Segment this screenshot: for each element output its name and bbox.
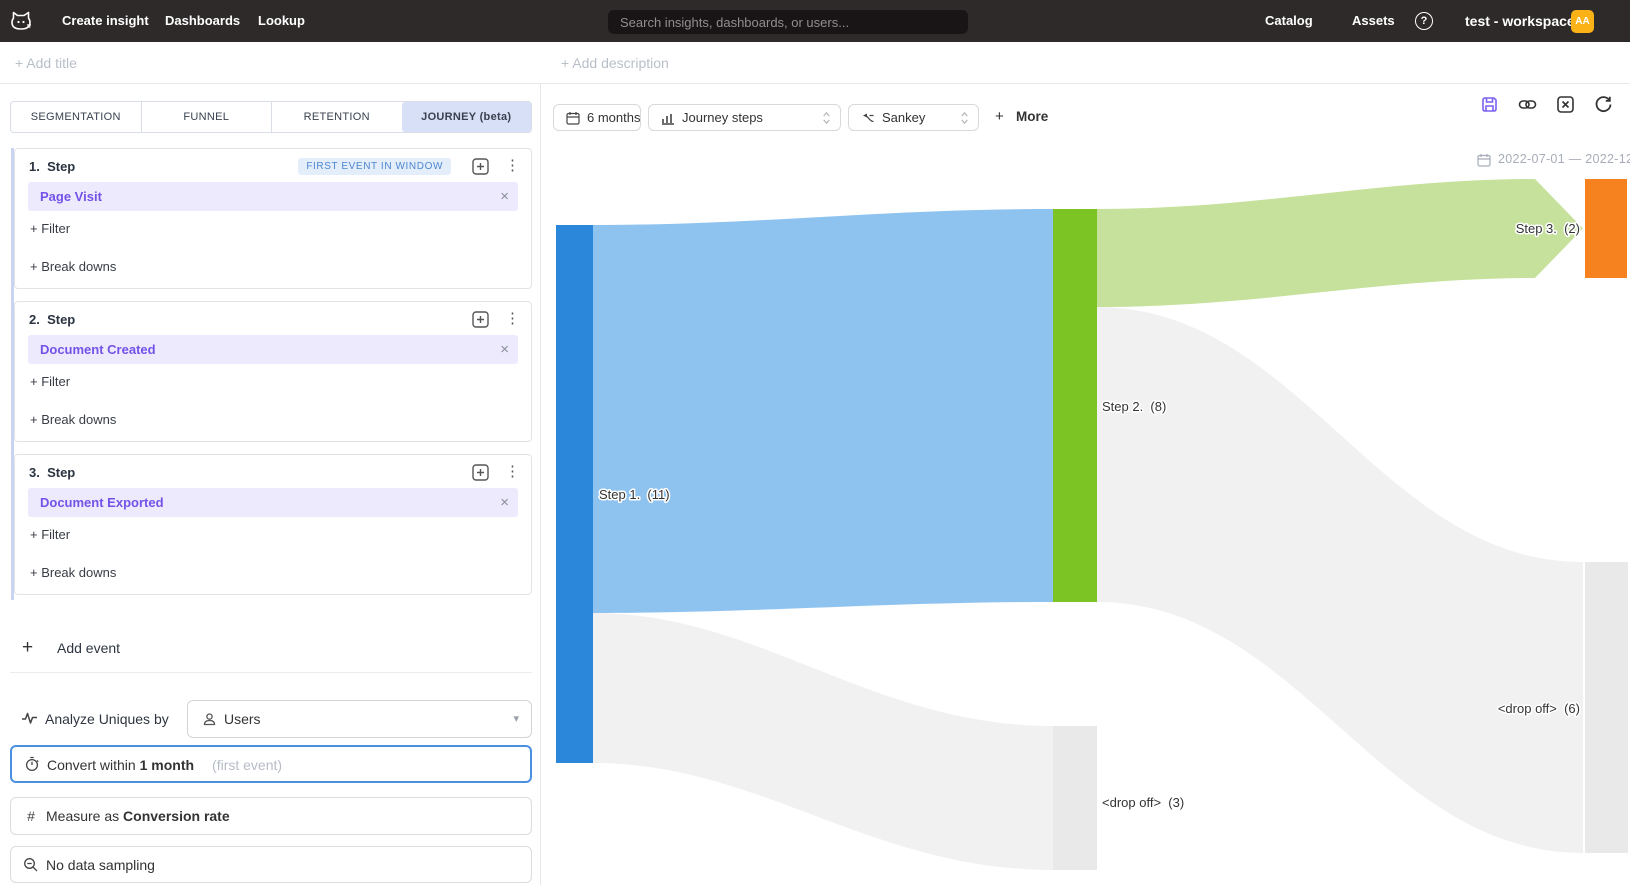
add-breakdown-link[interactable]: + Break downs xyxy=(30,259,116,274)
event-name[interactable]: Document Exported xyxy=(40,488,164,517)
step-title: 1. Step xyxy=(29,159,75,174)
event-name[interactable]: Document Created xyxy=(40,335,156,364)
add-description-field[interactable]: + Add description xyxy=(561,42,669,84)
label-step1: Step 1. (11) xyxy=(599,487,670,502)
flow-step2-dropoff[interactable] xyxy=(1097,307,1583,853)
nav-catalog[interactable]: Catalog xyxy=(1265,0,1313,42)
nav-create-insight[interactable]: Create insight xyxy=(62,0,149,42)
event-chip[interactable]: Document Exported × xyxy=(28,488,518,517)
measure-as-row[interactable]: # Measure as Conversion rate xyxy=(10,797,532,835)
add-event-label: Add event xyxy=(57,636,120,660)
add-title-field[interactable]: + Add title xyxy=(15,42,77,84)
insight-type-tabs: SEGMENTATION FUNNEL RETENTION JOURNEY (b… xyxy=(10,101,532,133)
step-menu-icon[interactable]: ⋮ xyxy=(505,309,519,327)
data-sampling-text: No data sampling xyxy=(46,847,155,883)
stopwatch-icon xyxy=(24,756,40,772)
step-menu-icon[interactable]: ⋮ xyxy=(505,462,519,480)
add-event-to-step-icon[interactable] xyxy=(472,464,489,481)
sankey-chart: Step 1. (11) Step 2. (8) Step 3. (2) <dr… xyxy=(541,84,1630,885)
hash-icon: # xyxy=(23,808,39,824)
plus-icon: + xyxy=(22,636,33,660)
app-logo-cat-icon[interactable] xyxy=(9,9,33,33)
step-card-1: 1. Step FIRST EVENT IN WINDOW ⋮ Page Vis… xyxy=(14,148,532,289)
node-step2[interactable] xyxy=(1053,209,1097,602)
zoom-out-icon xyxy=(23,857,39,873)
node-dropoff-6[interactable] xyxy=(1585,562,1628,853)
step-card-2: 2. Step ⋮ Document Created × + Filter + … xyxy=(14,301,532,442)
measure-prefix: Measure as xyxy=(46,808,123,824)
avatar[interactable]: AA xyxy=(1571,10,1594,33)
pulse-icon xyxy=(21,710,38,727)
user-icon xyxy=(202,712,217,727)
nav-dashboards[interactable]: Dashboards xyxy=(165,0,240,42)
label-step2: Step 2. (8) xyxy=(1102,399,1166,414)
node-step3[interactable] xyxy=(1585,179,1627,278)
step-title: 3. Step xyxy=(29,465,75,480)
event-name[interactable]: Page Visit xyxy=(40,182,102,211)
step-menu-icon[interactable]: ⋮ xyxy=(505,156,519,174)
flow-step2-step3[interactable] xyxy=(1097,179,1583,307)
first-event-badge: FIRST EVENT IN WINDOW xyxy=(298,158,451,175)
tab-journey[interactable]: JOURNEY (beta) xyxy=(402,102,532,132)
analyze-uniques-label: Analyze Uniques by xyxy=(45,710,169,728)
analyze-entity-select[interactable]: Users ▾ xyxy=(187,700,532,738)
convert-prefix: Convert within xyxy=(47,757,140,773)
help-icon[interactable]: ? xyxy=(1415,12,1433,30)
search-input[interactable] xyxy=(608,10,968,34)
global-search xyxy=(608,10,968,34)
measure-as-text: Measure as Conversion rate xyxy=(46,798,230,834)
add-breakdown-link[interactable]: + Break downs xyxy=(30,565,116,580)
analyze-entity-value: Users xyxy=(224,701,261,737)
event-chip[interactable]: Document Created × xyxy=(28,335,518,364)
step-card-3: 3. Step ⋮ Document Exported × + Filter +… xyxy=(14,454,532,595)
label-dropoff-6: <drop off> (6) xyxy=(1498,701,1580,716)
chevron-down-icon: ▾ xyxy=(513,701,519,737)
tab-retention[interactable]: RETENTION xyxy=(271,102,402,132)
app-root: Create insight Dashboards Lookup Catalog… xyxy=(0,0,1630,885)
remove-event-icon[interactable]: × xyxy=(500,335,509,364)
step-title: 2. Step xyxy=(29,312,75,327)
nav-assets[interactable]: Assets xyxy=(1352,0,1395,42)
event-chip[interactable]: Page Visit × xyxy=(28,182,518,211)
insight-toolbar: + Add title + Add description xyxy=(0,42,1630,84)
label-step3: Step 3. (2) xyxy=(1516,221,1580,236)
data-sampling-row[interactable]: No data sampling xyxy=(10,846,532,883)
convert-value: 1 month xyxy=(140,757,194,773)
top-nav: Create insight Dashboards Lookup Catalog… xyxy=(0,0,1630,42)
add-filter-link[interactable]: + Filter xyxy=(30,374,70,389)
node-step1[interactable] xyxy=(556,225,593,763)
flow-step1-step2[interactable] xyxy=(593,209,1053,613)
tab-segmentation[interactable]: SEGMENTATION xyxy=(11,102,141,132)
remove-event-icon[interactable]: × xyxy=(500,488,509,517)
nav-lookup[interactable]: Lookup xyxy=(258,0,305,42)
workspace-name[interactable]: test - workspace xyxy=(1465,0,1575,42)
add-filter-link[interactable]: + Filter xyxy=(30,527,70,542)
flow-step1-dropoff[interactable] xyxy=(593,613,1053,870)
add-event-to-step-icon[interactable] xyxy=(472,158,489,175)
tab-funnel[interactable]: FUNNEL xyxy=(141,102,272,132)
conversion-window-row[interactable]: Convert within 1 month (first event) xyxy=(10,745,532,783)
remove-event-icon[interactable]: × xyxy=(500,182,509,211)
measure-value: Conversion rate xyxy=(123,808,230,824)
panel-divider xyxy=(10,672,532,673)
label-dropoff-3: <drop off> (3) xyxy=(1102,795,1184,810)
conversion-window-text: Convert within 1 month (first event) xyxy=(47,747,282,783)
add-breakdown-link[interactable]: + Break downs xyxy=(30,412,116,427)
add-event-to-step-icon[interactable] xyxy=(472,311,489,328)
node-dropoff-3[interactable] xyxy=(1053,726,1097,870)
convert-suffix: (first event) xyxy=(212,757,282,773)
add-filter-link[interactable]: + Filter xyxy=(30,221,70,236)
